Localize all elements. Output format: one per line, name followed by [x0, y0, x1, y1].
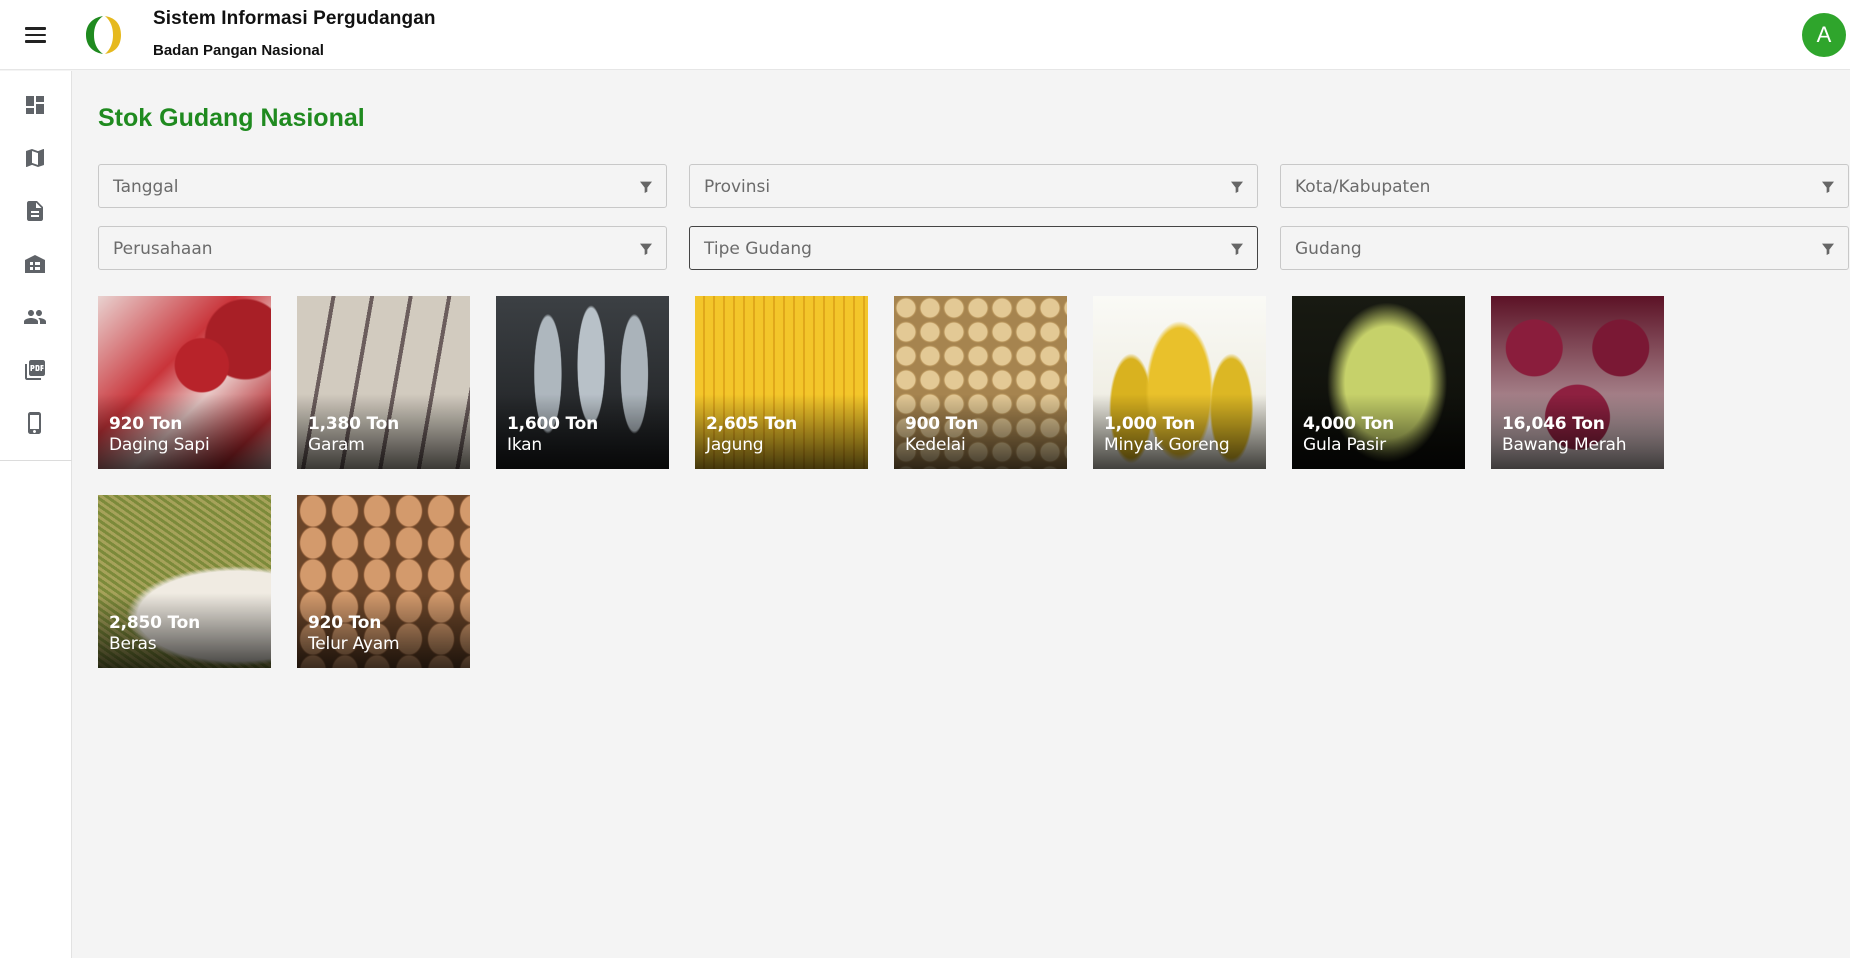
commodity-name: Kedelai — [905, 435, 966, 455]
filter-label: Kota/Kabupaten — [1295, 177, 1431, 197]
commodity-name: Jagung — [706, 435, 764, 455]
commodity-quantity: 920 Ton — [308, 613, 382, 633]
sidebar-item-users[interactable] — [15, 297, 55, 337]
sidebar-item-dashboard[interactable] — [15, 85, 55, 125]
filter-icon — [638, 179, 654, 195]
filter-tipe-gudang[interactable]: Tipe Gudang — [689, 226, 1258, 270]
filter-label: Provinsi — [704, 177, 771, 197]
commodity-name: Minyak Goreng — [1104, 435, 1230, 455]
hamburger-menu-icon[interactable] — [18, 20, 52, 50]
sidebar-item-documents[interactable] — [15, 191, 55, 231]
filter-label: Perusahaan — [113, 239, 213, 259]
filter-provinsi[interactable]: Provinsi — [689, 164, 1258, 208]
user-avatar[interactable]: A — [1802, 13, 1846, 57]
app-logo — [86, 16, 121, 54]
commodity-card-daging-sapi[interactable]: 920 Ton Daging Sapi — [98, 296, 271, 469]
people-icon — [24, 310, 46, 324]
sidebar — [0, 71, 72, 958]
commodity-name: Gula Pasir — [1303, 435, 1386, 455]
commodity-quantity: 920 Ton — [109, 414, 183, 434]
mobile-phone-icon — [28, 412, 41, 434]
commodity-card-minyak-goreng[interactable]: 1,000 Ton Minyak Goreng — [1093, 296, 1266, 469]
commodity-quantity: 1,380 Ton — [308, 414, 400, 434]
filter-label: Tanggal — [113, 177, 179, 197]
top-app-bar: Sistem Informasi Pergudangan Badan Panga… — [0, 0, 1850, 70]
commodity-card-kedelai[interactable]: 900 Ton Kedelai — [894, 296, 1067, 469]
commodity-name: Beras — [109, 634, 157, 654]
filter-icon — [1820, 179, 1836, 195]
commodity-card-jagung[interactable]: 2,605 Ton Jagung — [695, 296, 868, 469]
commodity-quantity: 2,850 Ton — [109, 613, 201, 633]
commodity-card-bawang-merah[interactable]: 16,046 Ton Bawang Merah — [1491, 296, 1664, 469]
commodity-name: Ikan — [507, 435, 542, 455]
commodity-name: Garam — [308, 435, 365, 455]
commodity-quantity: 900 Ton — [905, 414, 979, 434]
document-icon — [27, 201, 43, 221]
sidebar-item-map[interactable] — [15, 138, 55, 178]
commodity-card-ikan[interactable]: 1,600 Ton Ikan — [496, 296, 669, 469]
dashboard-icon — [26, 96, 44, 114]
warehouse-icon — [25, 255, 45, 273]
commodity-card-gula-pasir[interactable]: 4,000 Ton Gula Pasir — [1292, 296, 1465, 469]
app-subtitle: Badan Pangan Nasional — [153, 42, 324, 59]
commodity-name: Telur Ayam — [308, 634, 400, 654]
sidebar-item-warehouse[interactable] — [15, 244, 55, 284]
filter-icon — [638, 241, 654, 257]
commodity-card-telur-ayam[interactable]: 920 Ton Telur Ayam — [297, 495, 470, 668]
commodity-quantity: 1,000 Ton — [1104, 414, 1196, 434]
commodity-quantity: 4,000 Ton — [1303, 414, 1395, 434]
commodity-card-beras[interactable]: 2,850 Ton Beras — [98, 495, 271, 668]
sidebar-divider — [0, 460, 72, 461]
commodity-quantity: 16,046 Ton — [1502, 414, 1605, 434]
filter-tanggal[interactable]: Tanggal — [98, 164, 667, 208]
commodity-card-garam[interactable]: 1,380 Ton Garam — [297, 296, 470, 469]
commodity-name: Bawang Merah — [1502, 435, 1627, 455]
sidebar-item-pdf[interactable] — [15, 350, 55, 390]
map-icon — [26, 149, 44, 167]
commodity-name: Daging Sapi — [109, 435, 210, 455]
sidebar-item-mobile[interactable] — [15, 403, 55, 443]
filter-icon — [1820, 241, 1836, 257]
app-title: Sistem Informasi Pergudangan — [153, 8, 436, 29]
filter-icon — [1229, 241, 1245, 257]
commodity-quantity: 1,600 Ton — [507, 414, 599, 434]
pdf-icon — [25, 360, 45, 380]
filter-gudang[interactable]: Gudang — [1280, 226, 1849, 270]
filter-label: Tipe Gudang — [704, 239, 812, 259]
filter-label: Gudang — [1295, 239, 1362, 259]
filter-icon — [1229, 179, 1245, 195]
page-title: Stok Gudang Nasional — [98, 104, 365, 132]
commodity-quantity: 2,605 Ton — [706, 414, 798, 434]
filter-perusahaan[interactable]: Perusahaan — [98, 226, 667, 270]
filter-kota-kabupaten[interactable]: Kota/Kabupaten — [1280, 164, 1849, 208]
